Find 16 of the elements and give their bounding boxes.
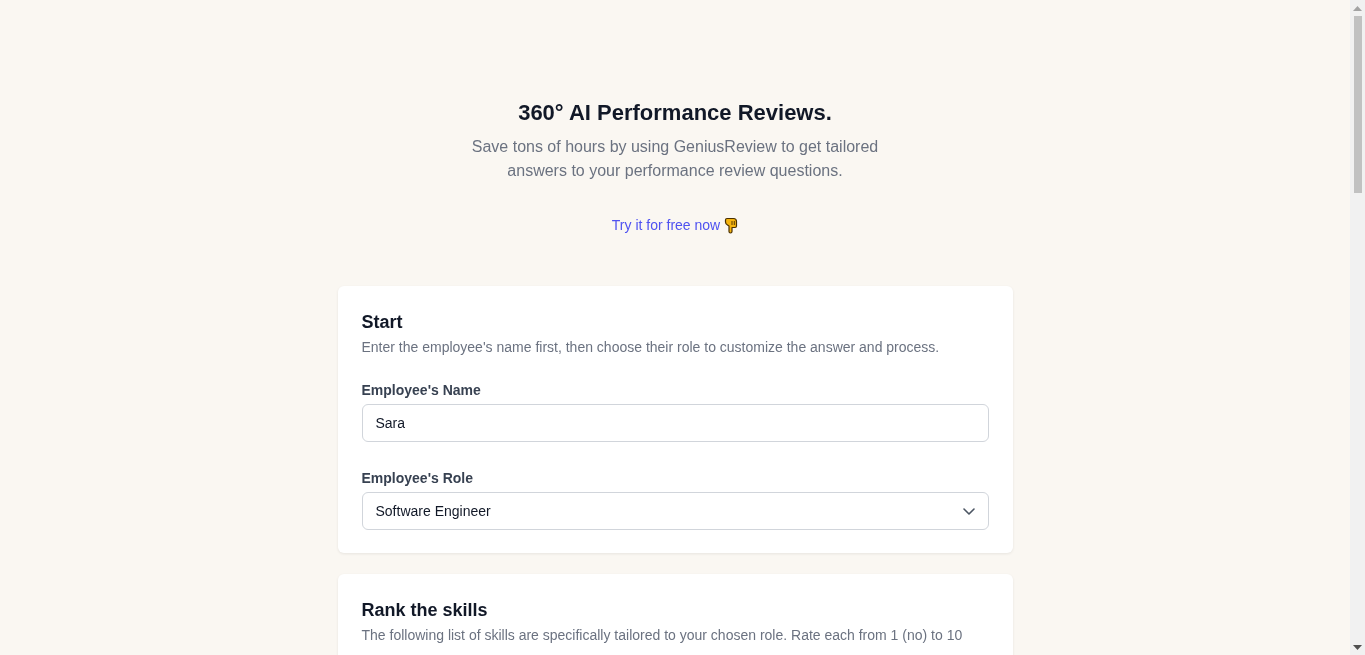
try-free-link[interactable]: Try it for free now: [611, 215, 721, 235]
role-select[interactable]: Software Engineer: [361, 492, 989, 530]
scrollbar-thumb[interactable]: [1353, 16, 1362, 193]
field-label: Employee's Name: [361, 381, 482, 400]
page-title: 360° AI Performance Reviews.: [518, 99, 832, 127]
scroll-down-icon[interactable]: [1353, 645, 1362, 650]
name-input[interactable]: Sara: [361, 404, 989, 442]
card-title: Rank the skills: [361, 599, 489, 622]
field-label: Employee's Role: [361, 469, 474, 488]
card-description: Enter the employee's name first, then choose their role to customize the answer and process.: [361, 338, 941, 357]
pointing-down-hand-icon: [724, 216, 739, 234]
scroll-up-icon[interactable]: [1353, 6, 1362, 11]
card-description: The following list of skills are specifically tailored to your chosen role. Rate each from 1 (no) to 10: [361, 626, 964, 645]
card-title: Start: [361, 311, 404, 334]
page-subtitle: Save tons of hours by using GeniusReview to get tailored answers to your performance review questions.: [470, 137, 880, 181]
chevron-down-icon: [962, 507, 975, 515]
